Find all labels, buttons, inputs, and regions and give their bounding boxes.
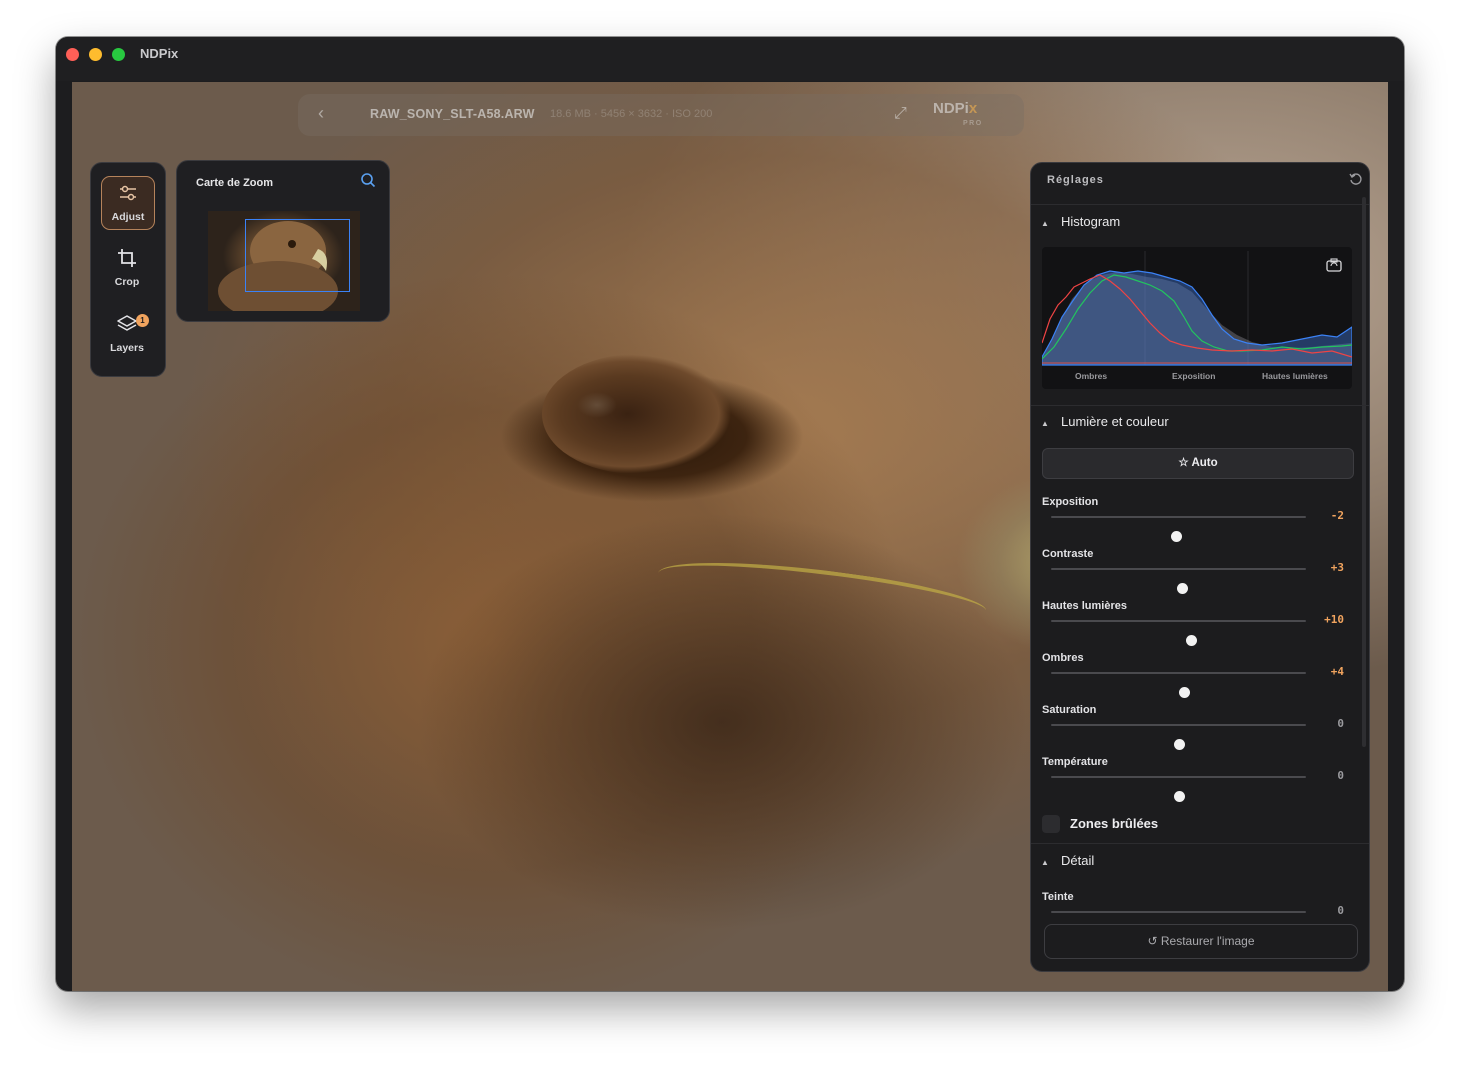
app-logo: NDPix [933,100,977,117]
minimize-window-button[interactable] [89,48,102,61]
slider-saturation[interactable]: Saturation 0 [1042,704,1352,750]
file-name: RAW_SONY_SLT-A58.ARW [370,107,535,121]
tool-label: Adjust [111,211,145,223]
histogram-title: Histogram [1061,214,1121,229]
slider-knob[interactable] [1170,531,1182,542]
slider-hautes-lumieres[interactable]: Hautes lumières +10 [1042,600,1352,646]
chevron-left-icon[interactable]: ‹ [318,103,324,124]
restore-image-button[interactable]: ↺ Restaurer l'image [1044,924,1358,959]
layers-icon [117,315,137,331]
photo-eagle-eye [542,354,732,474]
slider-ombres[interactable]: Ombres +4 [1042,652,1352,698]
section-divider [1031,843,1369,844]
photo-eye-highlight [577,392,617,418]
collapse-triangle-icon: ▲ [1041,858,1049,867]
camera-swap-icon[interactable] [1325,257,1343,273]
panel-header: Réglages [1031,163,1369,205]
slider-value: +4 [1330,665,1344,678]
tool-rail: Adjust Crop 1 Layers [90,162,166,377]
slider-label: Saturation [1042,704,1097,716]
slider-value: -2 [1330,509,1344,522]
restore-icon: ↺ [1147,934,1158,948]
slider-value: 0 [1337,717,1344,730]
histogram-label-highlights: Hautes lumières [1262,371,1328,381]
slider-track[interactable] [1051,672,1306,698]
expand-icon[interactable]: ⤢ [894,105,907,123]
burned-zones-label: Zones brûlées [1070,816,1159,831]
slider-label: Exposition [1042,496,1099,508]
histogram-chart: Ombres Exposition Hautes lumières [1041,247,1353,389]
slider-contraste[interactable]: Contraste +3 [1042,548,1352,594]
zoom-map-title: Carte de Zoom [196,177,274,189]
tool-adjust[interactable]: Adjust [101,176,155,230]
layers-badge: 1 [136,314,149,327]
collapse-triangle-icon: ▲ [1041,219,1049,228]
slider-label: Température [1042,756,1108,768]
search-icon[interactable] [360,172,376,188]
auto-button-label: Auto [1191,457,1218,469]
tool-layers[interactable]: 1 Layers [101,308,153,360]
slider-track[interactable] [1051,516,1306,542]
sliders-icon [120,185,136,201]
slider-track[interactable] [1051,724,1306,750]
burned-zones-checkbox[interactable] [1042,815,1060,833]
slider-knob[interactable] [1173,739,1185,750]
tool-crop[interactable]: Crop [101,242,153,294]
close-window-button[interactable] [66,48,79,61]
section-divider [1031,405,1369,406]
histogram-graph [1041,251,1353,366]
auto-button[interactable]: ☆ Auto [1042,448,1354,479]
tool-label: Crop [114,276,140,288]
window-title: NDPix [140,46,179,61]
file-meta: 18.6 MB · 5456 × 3632 · ISO 200 [550,108,713,120]
slider-value: 0 [1337,769,1344,782]
slider-exposition[interactable]: Exposition -2 [1042,496,1352,542]
photo-canvas[interactable]: ‹ RAW_SONY_SLT-A58.ARW 18.6 MB · 5456 × … [72,82,1388,991]
adjustments-panel: Réglages ▲ Histogram Ombres Exposition H… [1030,162,1370,972]
title-bar: NDPix [56,37,1404,81]
slider-track[interactable] [1051,776,1306,802]
slider-label: Hautes lumières [1042,600,1127,612]
zoom-map-panel: Carte de Zoom [176,160,390,322]
slider-label: Ombres [1042,652,1084,664]
photo-beak-line [655,547,989,637]
logo-pro-label: PRO [963,120,983,127]
reset-icon[interactable] [1349,172,1363,186]
star-icon: ☆ [1178,457,1189,469]
logo-x: x [968,100,978,117]
histogram-label-shadows: Ombres [1075,371,1108,381]
restore-label: Restaurer l'image [1160,934,1255,948]
zoom-window-button[interactable] [112,48,125,61]
slider-value: +3 [1330,561,1344,574]
slider-label: Teinte [1042,891,1074,903]
detail-title: Détail [1061,853,1095,868]
zoom-viewport-rect[interactable] [245,219,350,292]
slider-knob[interactable] [1178,687,1190,698]
slider-knob[interactable] [1186,635,1198,646]
app-window: NDPix ‹ RAW_SONY_SLT-A58.ARW 18.6 MB · 5… [56,37,1404,991]
slider-track[interactable] [1051,568,1306,594]
zoom-map-thumbnail[interactable] [208,211,360,311]
slider-label: Contraste [1042,548,1094,560]
crop-icon [118,249,136,267]
collapse-triangle-icon: ▲ [1041,419,1049,428]
slider-knob[interactable] [1173,791,1185,802]
slider-temperature[interactable]: Température 0 [1042,756,1352,802]
panel-title: Réglages [1047,174,1104,186]
slider-value: +10 [1324,613,1344,626]
file-bar: ‹ RAW_SONY_SLT-A58.ARW 18.6 MB · 5456 × … [298,94,1024,136]
histogram-label-exposure: Exposition [1172,371,1216,381]
logo-text: NDPi [933,100,969,117]
panel-scrollbar[interactable] [1362,197,1366,747]
slider-knob[interactable] [1177,583,1189,594]
tool-label: Layers [110,342,144,354]
slider-track[interactable] [1051,911,1306,937]
slider-track[interactable] [1051,620,1306,646]
slider-value: 0 [1337,904,1344,917]
light-color-title: Lumière et couleur [1061,414,1169,429]
